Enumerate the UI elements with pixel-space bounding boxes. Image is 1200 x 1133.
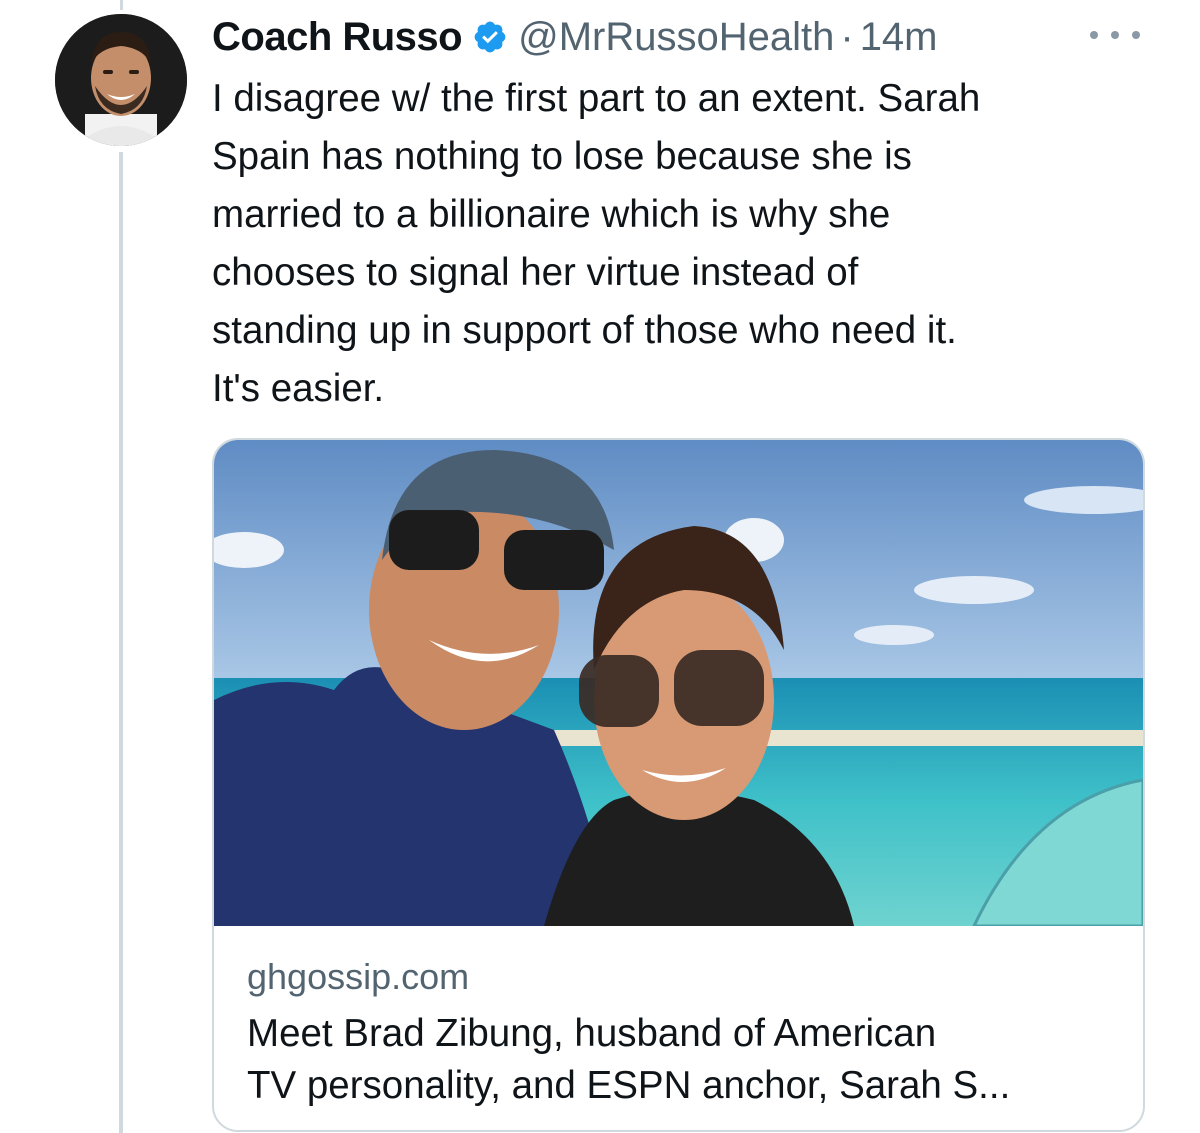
tweet-header: Coach Russo @MrRussoHealth · 14m [212,12,938,62]
card-image [214,440,1143,926]
author-handle[interactable]: @MrRussoHealth [518,15,834,60]
thread-line-top [120,0,123,10]
more-dot [1111,31,1119,39]
tweet-text: I disagree w/ the first part to an exten… [212,77,981,410]
more-dot [1090,31,1098,39]
link-preview-card[interactable]: ghgossip.com Meet Brad Zibung, husband o… [212,438,1145,1132]
author-avatar[interactable] [55,14,187,146]
more-dot [1132,31,1140,39]
verified-badge-icon [472,19,508,55]
tweet-timestamp[interactable]: 14m [860,15,938,60]
more-options-icon[interactable] [1090,20,1140,50]
card-domain: ghgossip.com [247,956,470,997]
author-display-name[interactable]: Coach Russo [212,15,463,60]
separator-dot: · [840,14,854,59]
beach-selfie-image [214,440,1143,926]
thread-line [119,152,123,1133]
avatar-photo [55,14,187,146]
card-title: Meet Brad Zibung, husband of American TV… [247,1012,1011,1107]
